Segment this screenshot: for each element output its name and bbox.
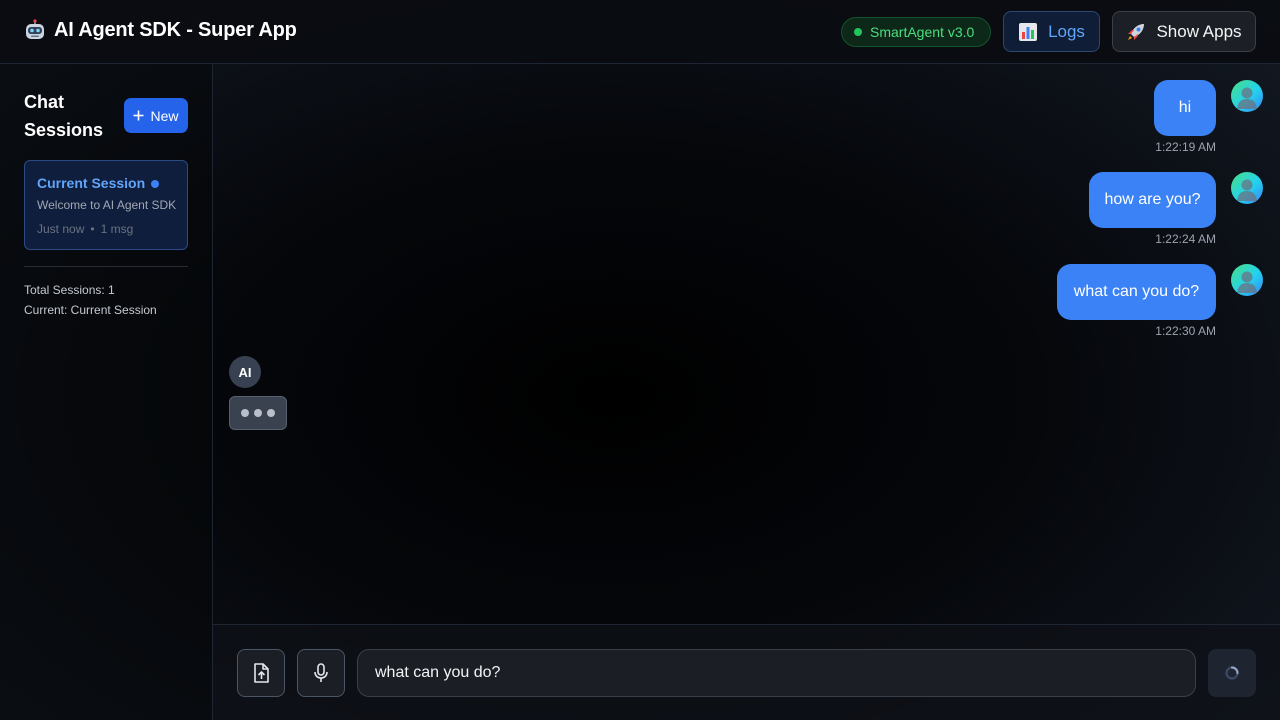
- user-message-bubble: hi: [1154, 80, 1216, 136]
- version-badge: SmartAgent v3.0: [841, 17, 991, 47]
- logs-label: Logs: [1048, 21, 1085, 41]
- current-session-stat: Current: Current Session: [24, 303, 157, 317]
- chat-messages: hi 1:22:19 AM how are you? 1:22:24 AM wh…: [213, 64, 1280, 624]
- show-apps-button[interactable]: Show Apps: [1112, 11, 1256, 52]
- status-dot: [854, 28, 862, 36]
- user-avatar: [1231, 264, 1263, 296]
- user-avatar: [1231, 80, 1263, 112]
- message-timestamp: 1:22:30 AM: [1155, 324, 1216, 338]
- file-upload-icon: [254, 663, 269, 683]
- show-apps-label: Show Apps: [1156, 21, 1242, 41]
- session-meta: Just now • 1 msg: [37, 222, 133, 236]
- user-silhouette-icon: [1237, 271, 1257, 293]
- microphone-icon: [314, 663, 328, 682]
- user-silhouette-icon: [1237, 87, 1257, 109]
- robot-icon: [26, 19, 44, 39]
- bar-chart-icon: [1019, 22, 1038, 41]
- assistant-avatar: AI: [229, 356, 261, 388]
- session-preview: Welcome to AI Agent SDK: [37, 198, 177, 212]
- session-message-count: 1 msg: [100, 222, 134, 236]
- new-session-button[interactable]: New: [124, 98, 188, 133]
- session-card[interactable]: Current Session Welcome to AI Agent SDK …: [24, 160, 188, 250]
- app-title: AI Agent SDK - Super App: [54, 19, 297, 41]
- message-timestamp: 1:22:19 AM: [1155, 140, 1216, 154]
- loading-spinner-icon: [1225, 666, 1239, 680]
- version-label: SmartAgent v3.0: [870, 24, 975, 40]
- microphone-button[interactable]: [297, 649, 345, 697]
- session-name: Current Session: [37, 175, 146, 191]
- plus-icon: [133, 110, 144, 121]
- typing-dot: [267, 409, 275, 417]
- user-silhouette-icon: [1237, 179, 1257, 201]
- typing-indicator: [229, 396, 287, 430]
- user-message-bubble: what can you do?: [1057, 264, 1216, 320]
- meta-separator: •: [90, 222, 95, 236]
- send-button[interactable]: [1208, 649, 1256, 697]
- sidebar-title: Chat Sessions: [24, 92, 104, 140]
- rocket-icon: [1128, 23, 1145, 40]
- user-message-bubble: how are you?: [1089, 172, 1216, 228]
- total-sessions-stat: Total Sessions: 1: [24, 283, 115, 297]
- user-avatar: [1231, 172, 1263, 204]
- active-session-dot: [151, 180, 159, 188]
- message-input[interactable]: [357, 649, 1196, 697]
- message-composer: [213, 624, 1280, 720]
- typing-dot: [254, 409, 262, 417]
- app-header: AI Agent SDK - Super App SmartAgent v3.0…: [0, 0, 1280, 64]
- sidebar-divider: [24, 266, 188, 267]
- message-timestamp: 1:22:24 AM: [1155, 232, 1216, 246]
- new-session-label: New: [150, 107, 179, 124]
- logs-button[interactable]: Logs: [1003, 11, 1100, 52]
- sessions-sidebar: Chat Sessions New Current Session Welcom…: [0, 64, 213, 720]
- typing-dot: [241, 409, 249, 417]
- session-time: Just now: [37, 222, 85, 236]
- upload-file-button[interactable]: [237, 649, 285, 697]
